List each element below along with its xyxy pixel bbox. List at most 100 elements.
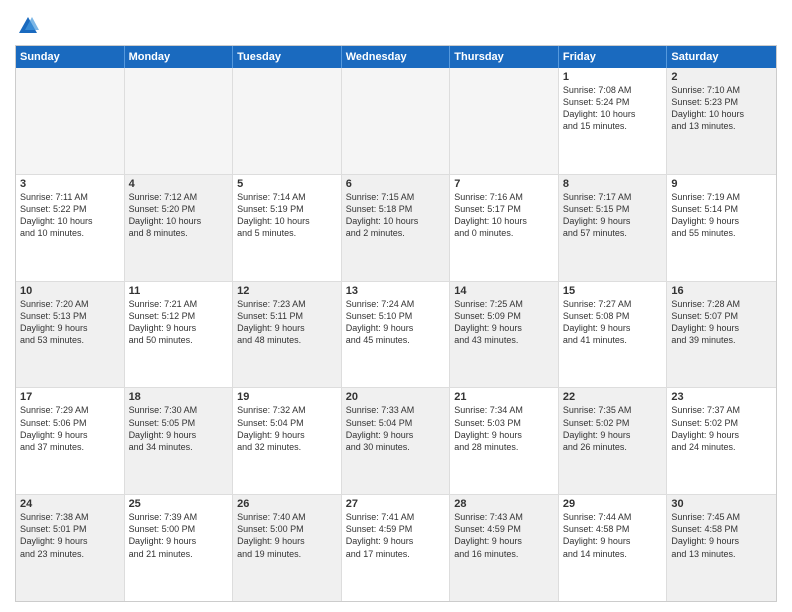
day-header-sunday: Sunday <box>16 46 125 68</box>
day-header-wednesday: Wednesday <box>342 46 451 68</box>
day-number: 14 <box>454 285 554 297</box>
calendar-cell: 14Sunrise: 7:25 AM Sunset: 5:09 PM Dayli… <box>450 282 559 388</box>
calendar-cell: 30Sunrise: 7:45 AM Sunset: 4:58 PM Dayli… <box>667 495 776 601</box>
cell-info: Sunrise: 7:17 AM Sunset: 5:15 PM Dayligh… <box>563 191 663 240</box>
calendar-cell <box>342 68 451 174</box>
cell-info: Sunrise: 7:08 AM Sunset: 5:24 PM Dayligh… <box>563 84 663 133</box>
header <box>15 10 777 37</box>
calendar-cell: 27Sunrise: 7:41 AM Sunset: 4:59 PM Dayli… <box>342 495 451 601</box>
calendar: SundayMondayTuesdayWednesdayThursdayFrid… <box>15 45 777 602</box>
calendar-cell: 2Sunrise: 7:10 AM Sunset: 5:23 PM Daylig… <box>667 68 776 174</box>
calendar-cell: 18Sunrise: 7:30 AM Sunset: 5:05 PM Dayli… <box>125 388 234 494</box>
day-number: 9 <box>671 178 772 190</box>
calendar-row-0: 1Sunrise: 7:08 AM Sunset: 5:24 PM Daylig… <box>16 68 776 175</box>
day-header-thursday: Thursday <box>450 46 559 68</box>
day-number: 3 <box>20 178 120 190</box>
calendar-cell: 28Sunrise: 7:43 AM Sunset: 4:59 PM Dayli… <box>450 495 559 601</box>
day-number: 29 <box>563 498 663 510</box>
cell-info: Sunrise: 7:39 AM Sunset: 5:00 PM Dayligh… <box>129 511 229 560</box>
calendar-cell: 11Sunrise: 7:21 AM Sunset: 5:12 PM Dayli… <box>125 282 234 388</box>
cell-info: Sunrise: 7:27 AM Sunset: 5:08 PM Dayligh… <box>563 298 663 347</box>
day-header-saturday: Saturday <box>667 46 776 68</box>
day-number: 5 <box>237 178 337 190</box>
page: SundayMondayTuesdayWednesdayThursdayFrid… <box>0 0 792 612</box>
day-number: 19 <box>237 391 337 403</box>
cell-info: Sunrise: 7:44 AM Sunset: 4:58 PM Dayligh… <box>563 511 663 560</box>
day-number: 23 <box>671 391 772 403</box>
calendar-cell: 24Sunrise: 7:38 AM Sunset: 5:01 PM Dayli… <box>16 495 125 601</box>
cell-info: Sunrise: 7:11 AM Sunset: 5:22 PM Dayligh… <box>20 191 120 240</box>
day-number: 13 <box>346 285 446 297</box>
day-header-monday: Monday <box>125 46 234 68</box>
day-number: 26 <box>237 498 337 510</box>
cell-info: Sunrise: 7:23 AM Sunset: 5:11 PM Dayligh… <box>237 298 337 347</box>
calendar-cell: 7Sunrise: 7:16 AM Sunset: 5:17 PM Daylig… <box>450 175 559 281</box>
calendar-cell: 8Sunrise: 7:17 AM Sunset: 5:15 PM Daylig… <box>559 175 668 281</box>
cell-info: Sunrise: 7:32 AM Sunset: 5:04 PM Dayligh… <box>237 404 337 453</box>
cell-info: Sunrise: 7:35 AM Sunset: 5:02 PM Dayligh… <box>563 404 663 453</box>
cell-info: Sunrise: 7:19 AM Sunset: 5:14 PM Dayligh… <box>671 191 772 240</box>
calendar-cell <box>125 68 234 174</box>
cell-info: Sunrise: 7:21 AM Sunset: 5:12 PM Dayligh… <box>129 298 229 347</box>
cell-info: Sunrise: 7:28 AM Sunset: 5:07 PM Dayligh… <box>671 298 772 347</box>
calendar-cell: 17Sunrise: 7:29 AM Sunset: 5:06 PM Dayli… <box>16 388 125 494</box>
calendar-cell: 20Sunrise: 7:33 AM Sunset: 5:04 PM Dayli… <box>342 388 451 494</box>
cell-info: Sunrise: 7:24 AM Sunset: 5:10 PM Dayligh… <box>346 298 446 347</box>
calendar-cell: 13Sunrise: 7:24 AM Sunset: 5:10 PM Dayli… <box>342 282 451 388</box>
cell-info: Sunrise: 7:29 AM Sunset: 5:06 PM Dayligh… <box>20 404 120 453</box>
cell-info: Sunrise: 7:20 AM Sunset: 5:13 PM Dayligh… <box>20 298 120 347</box>
logo-icon <box>17 15 39 37</box>
calendar-cell: 1Sunrise: 7:08 AM Sunset: 5:24 PM Daylig… <box>559 68 668 174</box>
calendar-cell: 29Sunrise: 7:44 AM Sunset: 4:58 PM Dayli… <box>559 495 668 601</box>
cell-info: Sunrise: 7:14 AM Sunset: 5:19 PM Dayligh… <box>237 191 337 240</box>
day-number: 21 <box>454 391 554 403</box>
day-number: 16 <box>671 285 772 297</box>
cell-info: Sunrise: 7:10 AM Sunset: 5:23 PM Dayligh… <box>671 84 772 133</box>
calendar-row-1: 3Sunrise: 7:11 AM Sunset: 5:22 PM Daylig… <box>16 175 776 282</box>
day-number: 4 <box>129 178 229 190</box>
day-number: 11 <box>129 285 229 297</box>
day-number: 2 <box>671 71 772 83</box>
cell-info: Sunrise: 7:34 AM Sunset: 5:03 PM Dayligh… <box>454 404 554 453</box>
calendar-cell <box>233 68 342 174</box>
calendar-cell: 19Sunrise: 7:32 AM Sunset: 5:04 PM Dayli… <box>233 388 342 494</box>
cell-info: Sunrise: 7:16 AM Sunset: 5:17 PM Dayligh… <box>454 191 554 240</box>
calendar-row-2: 10Sunrise: 7:20 AM Sunset: 5:13 PM Dayli… <box>16 282 776 389</box>
day-number: 7 <box>454 178 554 190</box>
day-number: 24 <box>20 498 120 510</box>
cell-info: Sunrise: 7:41 AM Sunset: 4:59 PM Dayligh… <box>346 511 446 560</box>
day-number: 22 <box>563 391 663 403</box>
day-number: 12 <box>237 285 337 297</box>
calendar-cell <box>450 68 559 174</box>
calendar-cell: 23Sunrise: 7:37 AM Sunset: 5:02 PM Dayli… <box>667 388 776 494</box>
cell-info: Sunrise: 7:37 AM Sunset: 5:02 PM Dayligh… <box>671 404 772 453</box>
calendar-cell: 6Sunrise: 7:15 AM Sunset: 5:18 PM Daylig… <box>342 175 451 281</box>
calendar-row-4: 24Sunrise: 7:38 AM Sunset: 5:01 PM Dayli… <box>16 495 776 601</box>
calendar-cell: 16Sunrise: 7:28 AM Sunset: 5:07 PM Dayli… <box>667 282 776 388</box>
logo <box>15 10 39 37</box>
calendar-header: SundayMondayTuesdayWednesdayThursdayFrid… <box>16 46 776 68</box>
cell-info: Sunrise: 7:38 AM Sunset: 5:01 PM Dayligh… <box>20 511 120 560</box>
calendar-cell: 15Sunrise: 7:27 AM Sunset: 5:08 PM Dayli… <box>559 282 668 388</box>
day-number: 6 <box>346 178 446 190</box>
calendar-row-3: 17Sunrise: 7:29 AM Sunset: 5:06 PM Dayli… <box>16 388 776 495</box>
calendar-cell: 21Sunrise: 7:34 AM Sunset: 5:03 PM Dayli… <box>450 388 559 494</box>
calendar-cell <box>16 68 125 174</box>
day-number: 25 <box>129 498 229 510</box>
cell-info: Sunrise: 7:33 AM Sunset: 5:04 PM Dayligh… <box>346 404 446 453</box>
day-number: 30 <box>671 498 772 510</box>
day-number: 18 <box>129 391 229 403</box>
day-number: 10 <box>20 285 120 297</box>
day-number: 8 <box>563 178 663 190</box>
calendar-cell: 12Sunrise: 7:23 AM Sunset: 5:11 PM Dayli… <box>233 282 342 388</box>
day-number: 1 <box>563 71 663 83</box>
cell-info: Sunrise: 7:45 AM Sunset: 4:58 PM Dayligh… <box>671 511 772 560</box>
cell-info: Sunrise: 7:43 AM Sunset: 4:59 PM Dayligh… <box>454 511 554 560</box>
cell-info: Sunrise: 7:30 AM Sunset: 5:05 PM Dayligh… <box>129 404 229 453</box>
cell-info: Sunrise: 7:12 AM Sunset: 5:20 PM Dayligh… <box>129 191 229 240</box>
calendar-cell: 4Sunrise: 7:12 AM Sunset: 5:20 PM Daylig… <box>125 175 234 281</box>
day-number: 20 <box>346 391 446 403</box>
cell-info: Sunrise: 7:15 AM Sunset: 5:18 PM Dayligh… <box>346 191 446 240</box>
day-number: 28 <box>454 498 554 510</box>
cell-info: Sunrise: 7:40 AM Sunset: 5:00 PM Dayligh… <box>237 511 337 560</box>
